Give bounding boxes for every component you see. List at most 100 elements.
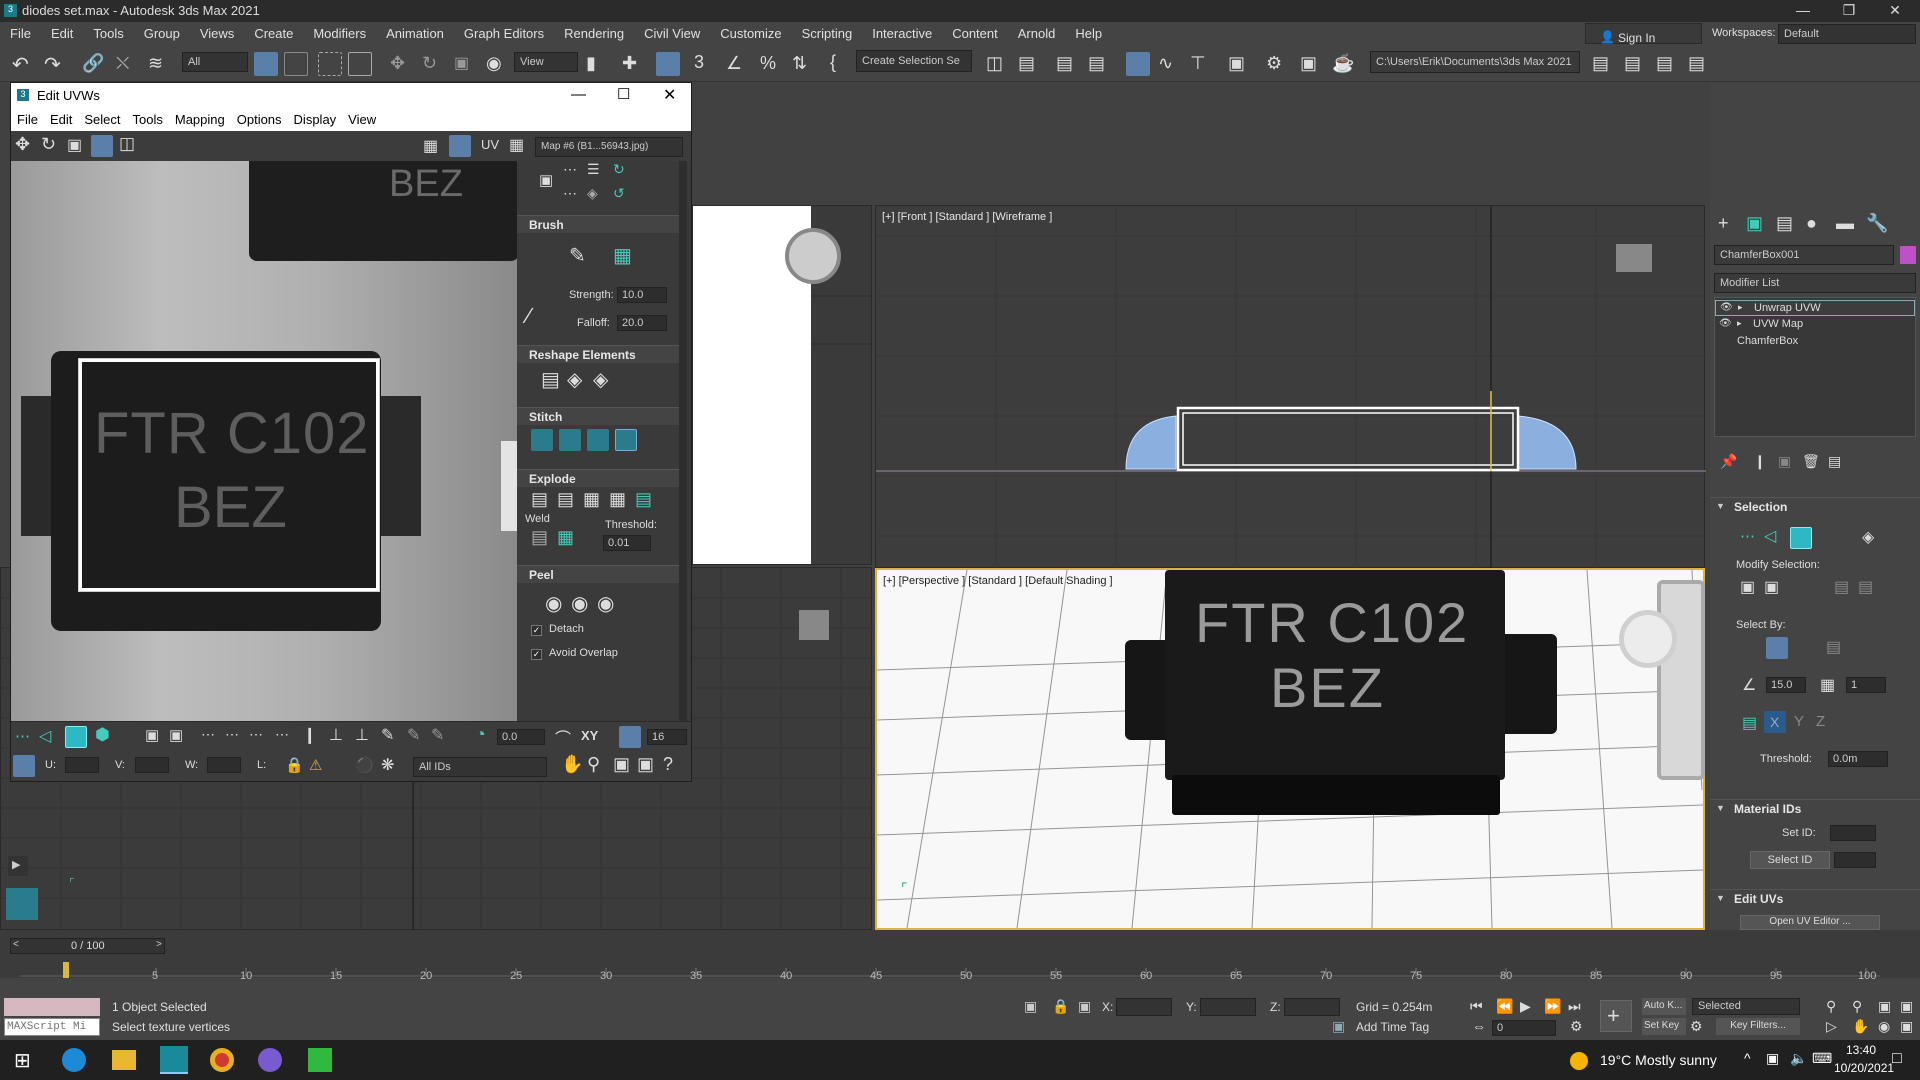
break-icon[interactable]: ▤ <box>557 489 574 510</box>
viewcube-compass[interactable] <box>785 228 841 284</box>
grid-snap-button[interactable] <box>619 726 641 748</box>
freeze-gear-icon[interactable]: ❋ <box>381 755 394 775</box>
uv-mirror-icon[interactable]: ◫ <box>119 134 135 154</box>
uv-rotate-icon[interactable]: ↻ <box>41 134 56 155</box>
quick-peel-icon[interactable]: ◉ <box>545 591 562 616</box>
left-viewcube[interactable] <box>799 610 829 640</box>
project-folder-icon[interactable]: ▤ <box>1624 53 1641 74</box>
menu-customize[interactable]: Customize <box>710 22 791 41</box>
angle-snap-icon[interactable]: ∠ <box>726 53 742 74</box>
menu-views[interactable]: Views <box>190 22 244 41</box>
viewport-layouts-button[interactable] <box>6 888 38 920</box>
z-coord-field[interactable] <box>1284 998 1340 1016</box>
select-by-element-button[interactable] <box>1766 637 1788 659</box>
v-field[interactable] <box>135 757 169 773</box>
weld-selected-icon[interactable]: ▤ <box>531 527 548 548</box>
project-new-icon[interactable]: ▤ <box>1688 53 1705 74</box>
w-field[interactable] <box>207 757 241 773</box>
select-id-spinner[interactable] <box>1834 852 1876 868</box>
pin-stack-icon[interactable]: 📌 <box>1720 453 1737 470</box>
key-filters-button[interactable]: Key Filters... <box>1716 1018 1800 1035</box>
element-select-icon[interactable]: ⬢ <box>95 725 110 745</box>
menu-group[interactable]: Group <box>134 22 190 41</box>
windows-start-icon[interactable]: ⊞ <box>14 1048 31 1073</box>
detach-edge-icon[interactable]: ▦ <box>583 489 600 510</box>
toggle-ribbon-button[interactable] <box>1126 52 1150 76</box>
uv-menu-select[interactable]: Select <box>78 109 126 127</box>
go-to-start-icon[interactable]: ⏮ <box>1470 998 1483 1015</box>
uv-menu-options[interactable]: Options <box>231 109 288 127</box>
time-slider-next-icon[interactable]: > <box>156 939 162 950</box>
stitch-rollout-header[interactable]: Stitch <box>517 407 681 425</box>
uv-texture-icon[interactable]: ▦ <box>509 135 524 155</box>
time-slider-prev-icon[interactable]: < <box>13 939 19 950</box>
grid-size-spinner[interactable]: 16 <box>647 729 687 745</box>
spinner-snap-icon[interactable]: ⇅ <box>792 53 807 74</box>
top-viewport[interactable] <box>692 205 872 565</box>
menu-graph-editors[interactable]: Graph Editors <box>454 22 554 41</box>
menu-interactive[interactable]: Interactive <box>862 22 942 41</box>
workspace-dropdown[interactable]: Default <box>1778 24 1916 44</box>
menu-modifiers[interactable]: Modifiers <box>303 22 376 41</box>
menu-arnold[interactable]: Arnold <box>1008 22 1066 41</box>
uv-show-map-button[interactable] <box>449 135 471 157</box>
ids-dropdown[interactable]: All IDs <box>413 757 547 777</box>
avoid-overlap-checkbox[interactable]: ✓ <box>531 649 542 660</box>
u-field[interactable] <box>65 757 99 773</box>
network-icon[interactable]: ▣ <box>1766 1050 1779 1067</box>
uv-canvas[interactable]: BEZ FTR C102 BEZ <box>11 161 517 721</box>
show-end-result-icon[interactable]: ❙ <box>1754 453 1766 470</box>
menu-tools[interactable]: Tools <box>83 22 133 41</box>
uv-close-icon[interactable]: ✕ <box>663 85 676 105</box>
strength-spinner[interactable]: 10.0 <box>617 287 667 303</box>
weather-text[interactable]: 19°C Mostly sunny <box>1600 1052 1717 1068</box>
select-manipulate-icon[interactable]: ✚ <box>622 53 637 74</box>
hierarchy-tab-icon[interactable]: ▤ <box>1776 213 1793 234</box>
utilities-tab-icon[interactable]: 🔧 <box>1866 213 1888 234</box>
set-key-button[interactable]: Set Key <box>1642 1018 1686 1035</box>
front-viewcube[interactable] <box>1616 244 1652 272</box>
loop-grow-icon[interactable]: ⋯ <box>249 726 263 743</box>
grow-select-icon[interactable]: ▣ <box>145 726 159 744</box>
open-uv-editor-button[interactable]: Open UV Editor ... <box>1740 915 1880 930</box>
visibility-eye-icon[interactable]: 👁 <box>1720 302 1733 313</box>
language-icon[interactable]: ⌨ <box>1812 1050 1832 1067</box>
create-tab-icon[interactable]: + <box>1718 213 1729 234</box>
straighten-icon[interactable]: ▤ <box>541 367 560 392</box>
detach-checkbox[interactable]: ✓ <box>531 625 542 636</box>
cp-edge-icon[interactable]: ◁ <box>1764 526 1776 546</box>
front-viewport[interactable]: [+] [Front ] [Standard ] [Wireframe ] <box>875 205 1706 569</box>
space-icon[interactable]: ⋯ <box>563 185 577 202</box>
snap-3d-icon[interactable]: 3 <box>694 52 704 73</box>
menu-civil-view[interactable]: Civil View <box>634 22 710 41</box>
stitch-average-button[interactable] <box>587 429 609 451</box>
previous-frame-icon[interactable]: ⏪ <box>1496 998 1513 1015</box>
rect-selection-button[interactable] <box>318 52 342 76</box>
help-icon[interactable]: ? <box>663 754 673 775</box>
material-editor-icon[interactable]: ▣ <box>1228 53 1245 74</box>
menu-content[interactable]: Content <box>942 22 1008 41</box>
align-icon[interactable]: ▤ <box>1018 53 1035 74</box>
cp-grow-icon[interactable]: ▣ <box>1740 577 1755 597</box>
add-time-tag-label[interactable]: Add Time Tag <box>1356 1020 1429 1034</box>
3dsmax-taskbar-icon[interactable] <box>160 1046 188 1074</box>
object-name-field[interactable]: ChamferBox001 <box>1714 245 1894 265</box>
project-icon[interactable]: ▤ <box>1592 53 1609 74</box>
uv-minimize-icon[interactable]: — <box>571 86 586 103</box>
count-spinner[interactable]: 1 <box>1846 677 1886 693</box>
viber-icon[interactable] <box>258 1048 282 1072</box>
uv-face-selection[interactable]: FTR C102 BEZ <box>78 358 380 592</box>
point-to-point-icon[interactable]: ✎ <box>381 725 394 745</box>
modify-tab-icon[interactable]: ▣ <box>1746 213 1763 234</box>
configure-modifier-sets-icon[interactable]: ▤ <box>1828 453 1841 470</box>
axis-x-button[interactable]: X <box>1764 711 1786 733</box>
maxscript-input[interactable] <box>4 1018 100 1036</box>
stitch-custom-button[interactable] <box>531 429 553 451</box>
maxscript-listener-top[interactable] <box>4 998 100 1016</box>
render-icon[interactable]: ☕ <box>1332 53 1354 74</box>
orbit-icon[interactable]: ◉ <box>1878 1018 1890 1035</box>
remove-modifier-icon[interactable]: 🗑 <box>1802 453 1820 470</box>
unlink-icon[interactable]: ⛌ <box>116 53 129 74</box>
notifications-icon[interactable]: □ <box>1892 1050 1902 1068</box>
reference-coordinate-dropdown[interactable]: View <box>514 52 578 72</box>
